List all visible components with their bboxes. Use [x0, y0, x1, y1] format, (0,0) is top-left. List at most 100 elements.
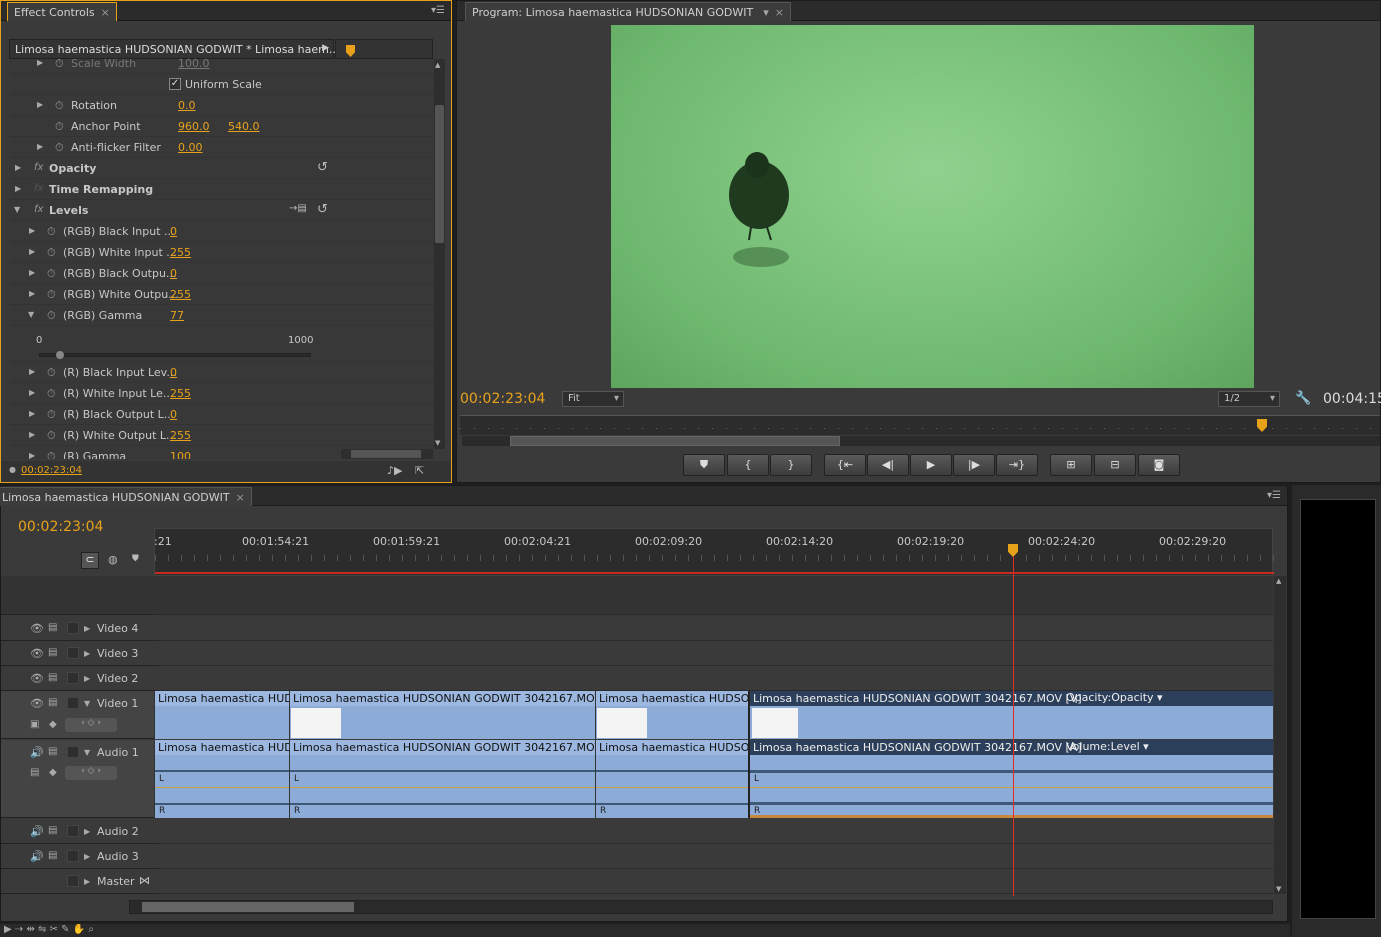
export-icon[interactable]: ⇱: [415, 464, 424, 477]
stopwatch-icon[interactable]: ⏱: [47, 288, 56, 302]
track-video-1[interactable]: 👁 ▤ ▼ Video 1 ▣ ◆ ‹ ◇ ›: [1, 691, 154, 739]
video-clip[interactable]: Limosa haemastica HUDSONIAN GODWIT 30421…: [289, 691, 595, 739]
lane-video-2[interactable]: [154, 666, 1273, 691]
video-clip[interactable]: Limosa haemastica HUDSONIAN GODWIT 30421…: [595, 691, 748, 739]
lock-toggle[interactable]: [67, 825, 79, 837]
stopwatch-icon[interactable]: ⏱: [55, 120, 64, 134]
step-forward-button[interactable]: |▶: [953, 454, 995, 476]
lane-audio-1[interactable]: Limosa haemastica HUDSONIAN GODWIT 30421…: [154, 740, 1273, 818]
lock-toggle[interactable]: [67, 622, 79, 634]
stopwatch-icon[interactable]: ⏱: [47, 429, 56, 443]
effect-scrollbar[interactable]: ▲ ▼: [434, 59, 445, 449]
mini-zoom-scrollbar[interactable]: [341, 449, 433, 459]
master-bowtie-icon[interactable]: ⋈: [139, 874, 150, 887]
rolling-edit-tool-icon[interactable]: ⇋: [38, 924, 50, 935]
r-white-output-value[interactable]: 255: [170, 429, 191, 442]
row-levels[interactable]: ▼ fx Levels →▤ ↺: [9, 200, 434, 221]
gamma-slider-thumb[interactable]: [55, 351, 64, 359]
expand-icon[interactable]: ▶: [84, 877, 90, 886]
reset-icon[interactable]: ↺: [317, 160, 328, 175]
extract-button[interactable]: ⊟: [1094, 454, 1136, 476]
set-in-point-button[interactable]: {: [727, 454, 769, 476]
rgb-black-input-value[interactable]: 0: [170, 225, 177, 238]
tab-timeline-sequence[interactable]: Limosa haemastica HUDSONIAN GODWIT ×: [0, 487, 252, 506]
anchor-x-value[interactable]: 960.0: [178, 120, 210, 133]
add-marker-icon[interactable]: ⛊: [132, 554, 139, 564]
resolution-dropdown[interactable]: 1/2 ▾: [1218, 391, 1280, 407]
audio-clip-selected[interactable]: Limosa haemastica HUDSONIAN GODWIT 30421…: [748, 740, 1273, 818]
eye-icon[interactable]: 👁: [30, 647, 44, 660]
volume-dropdown[interactable]: Volume:Level ▾: [1066, 740, 1149, 753]
filmstrip-icon[interactable]: ▤: [48, 647, 57, 658]
row-opacity[interactable]: ▶ fx Opacity ↺: [9, 158, 434, 179]
speaker-icon[interactable]: 🔊: [30, 825, 44, 838]
keyframe-nav-icon[interactable]: ◆: [49, 719, 57, 730]
track-video-4[interactable]: 👁 ▤ ▶ Video 4: [1, 616, 154, 641]
rgb-white-output-value[interactable]: 255: [170, 288, 191, 301]
export-frame-button[interactable]: ◙: [1138, 454, 1180, 476]
hand-tool-icon[interactable]: ✋: [73, 924, 89, 935]
video-clip[interactable]: Limosa haemastica HUDSONIAN GODWIT 30421…: [154, 691, 289, 739]
expand-icon[interactable]: ▶: [29, 268, 35, 277]
scroll-up-icon[interactable]: ▲: [1276, 577, 1281, 585]
display-style-icon[interactable]: ▤: [30, 767, 39, 778]
play-triangle-icon[interactable]: ▶: [322, 43, 329, 53]
speaker-icon[interactable]: 🔊: [30, 850, 44, 863]
expand-icon[interactable]: ▶: [15, 163, 21, 172]
audio-clip[interactable]: Limosa haemastica HUDSONIAN GODWIT 30421…: [154, 740, 289, 818]
track-audio-1[interactable]: 🔊 ▤ ▼ Audio 1 ▤ ◆ ‹ ◇ ›: [1, 740, 154, 818]
reset-icon[interactable]: ↺: [317, 202, 328, 217]
sync-icon[interactable]: ▤: [48, 850, 57, 861]
lock-toggle[interactable]: [67, 850, 79, 862]
stopwatch-icon[interactable]: ⏱: [47, 366, 56, 380]
stopwatch-icon[interactable]: ⏱: [47, 450, 56, 459]
go-to-out-button[interactable]: ⇥}: [996, 454, 1038, 476]
close-icon[interactable]: ×: [101, 6, 110, 19]
marker-icon[interactable]: ◍: [108, 553, 118, 566]
collapse-icon[interactable]: ▼: [84, 699, 90, 708]
anchor-y-value[interactable]: 540.0: [228, 120, 260, 133]
stopwatch-icon[interactable]: ⏱: [47, 309, 56, 323]
track-select-tool-icon[interactable]: ⇢: [15, 924, 27, 935]
dropdown-icon[interactable]: ▾: [763, 6, 769, 19]
lane-video-1[interactable]: Limosa haemastica HUDSONIAN GODWIT 30421…: [154, 691, 1273, 739]
selection-tool-icon[interactable]: ▶: [4, 924, 15, 935]
panel-menu-icon[interactable]: ▾☰: [1267, 490, 1281, 501]
lock-toggle[interactable]: [67, 697, 79, 709]
fit-dropdown[interactable]: Fit ▾: [562, 391, 624, 407]
uniform-scale-checkbox[interactable]: ✓: [169, 78, 181, 90]
expand-icon[interactable]: ▶: [29, 409, 35, 418]
close-icon[interactable]: ×: [236, 491, 245, 504]
timeline-vscroll[interactable]: ▲ ▼: [1274, 576, 1286, 894]
program-timecode[interactable]: 00:02:23:04: [460, 391, 545, 407]
work-area-bar[interactable]: [155, 572, 1274, 574]
sync-icon[interactable]: ▤: [48, 825, 57, 836]
scroll-down-icon[interactable]: ▼: [1276, 885, 1281, 893]
scroll-up-icon[interactable]: ▲: [435, 61, 440, 69]
eye-icon[interactable]: 👁: [30, 697, 44, 710]
audio-clip[interactable]: Limosa haemastica HUDSONIAN GODWIT 30421…: [289, 740, 595, 818]
expand-icon[interactable]: ▶: [29, 367, 35, 376]
expand-icon[interactable]: ▶: [15, 184, 21, 193]
timeline-timecode[interactable]: 00:02:23:04: [18, 519, 103, 535]
opacity-dropdown[interactable]: Opacity:Opacity ▾: [1066, 691, 1163, 704]
track-video-2[interactable]: 👁 ▤ ▶ Video 2: [1, 666, 154, 691]
audio-toggle-icon[interactable]: ♪▶: [387, 464, 402, 477]
lane-audio-3[interactable]: [154, 844, 1273, 869]
set-out-point-button[interactable]: }: [770, 454, 812, 476]
expand-icon[interactable]: ▶: [37, 100, 43, 109]
track-audio-3[interactable]: 🔊 ▤ ▶ Audio 3: [1, 844, 154, 869]
pen-tool-icon[interactable]: ✎: [61, 924, 73, 935]
expand-icon[interactable]: ▶: [84, 852, 90, 861]
track-video-3[interactable]: 👁 ▤ ▶ Video 3: [1, 641, 154, 666]
row-time-remapping[interactable]: ▶ fx Time Remapping: [9, 179, 434, 200]
stopwatch-icon[interactable]: ⏱: [47, 246, 56, 260]
program-time-ruler[interactable]: [460, 415, 1380, 435]
collapse-icon[interactable]: ▼: [14, 205, 20, 214]
antiflicker-value[interactable]: 0.00: [178, 141, 203, 154]
filmstrip-icon[interactable]: ▤: [48, 672, 57, 683]
lane-audio-2[interactable]: [154, 819, 1273, 844]
scroll-down-icon[interactable]: ▼: [435, 439, 440, 447]
razor-tool-icon[interactable]: ✂: [50, 924, 62, 935]
stopwatch-icon[interactable]: ⏱: [47, 408, 56, 422]
